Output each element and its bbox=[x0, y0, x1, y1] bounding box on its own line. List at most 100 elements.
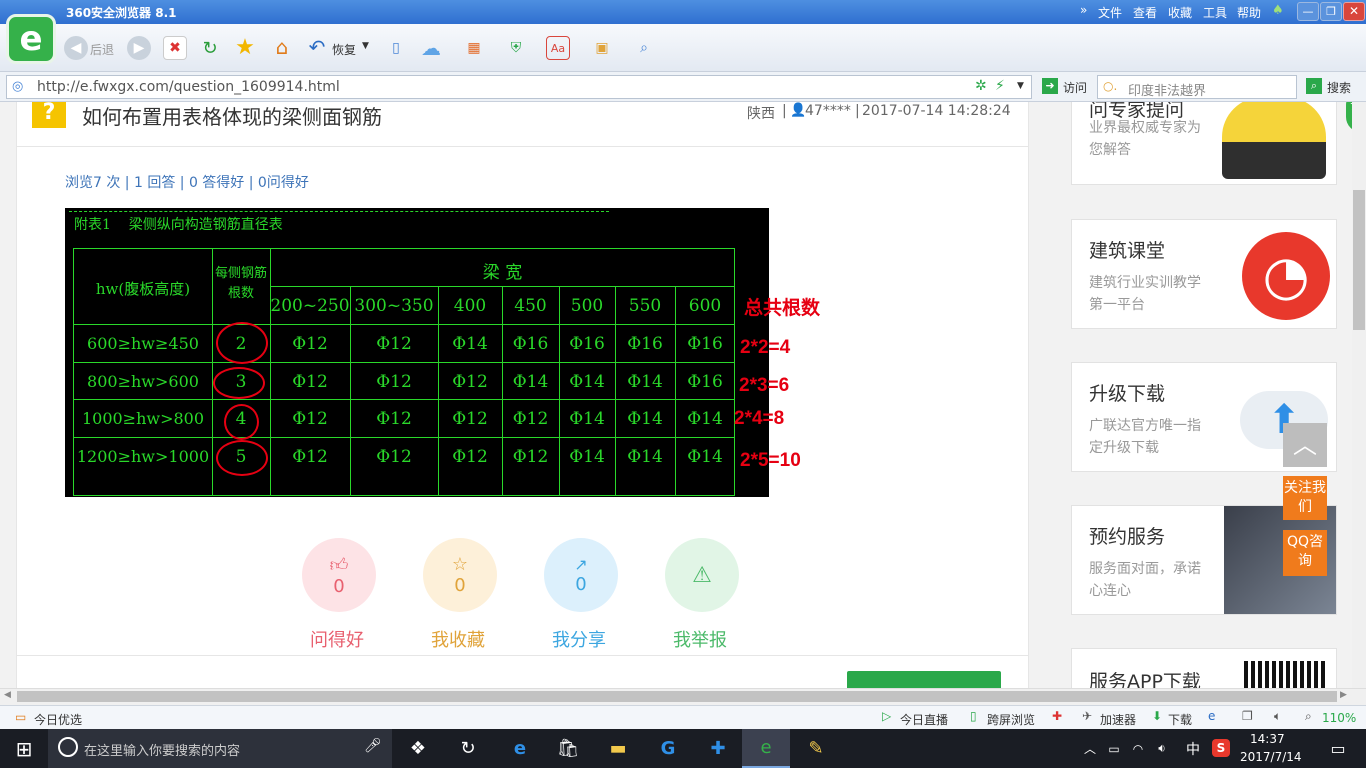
sidebar-card-expert[interactable]: 问专家提问 业界最权威专家为您解答 bbox=[1071, 102, 1337, 185]
url-text[interactable]: http://e.fwxgx.com/question_1609914.html bbox=[37, 79, 340, 95]
card-desc-upgrade: 广联达官方唯一指定升级下载 bbox=[1089, 418, 1201, 456]
shield-icon[interactable]: ⛨ bbox=[504, 36, 528, 60]
search-input[interactable]: ○. 印度非法越界 bbox=[1097, 75, 1297, 99]
share-button[interactable]: ↗ 0 bbox=[544, 538, 618, 612]
restore-dropdown-icon[interactable]: ▼ bbox=[362, 41, 369, 51]
speaker-icon[interactable]: 🔉︎ bbox=[1150, 729, 1174, 768]
browser-logo[interactable]: e bbox=[6, 14, 56, 64]
live-icon[interactable]: ▷ bbox=[882, 709, 891, 723]
horizontal-scrollbar[interactable]: ◀ ▶ bbox=[0, 688, 1366, 705]
speed-icon[interactable]: ✲ bbox=[975, 78, 987, 94]
vertical-scrollbar[interactable] bbox=[1352, 102, 1366, 688]
report-button[interactable]: ⚠ bbox=[665, 538, 739, 612]
status-download[interactable]: 下载 bbox=[1168, 711, 1192, 728]
lightning-icon[interactable]: ⚡ bbox=[995, 78, 1005, 94]
question-stats[interactable]: 浏览7 次 | 1 回答 | 0 答得好 | 0问得好 bbox=[65, 172, 309, 192]
favorite-label[interactable]: 我收藏 bbox=[413, 626, 503, 652]
back-to-top-button[interactable]: ︿ bbox=[1283, 423, 1327, 467]
volume-icon[interactable]: 🔈︎ bbox=[1274, 709, 1281, 724]
restore-button[interactable]: ❐ bbox=[1320, 2, 1342, 21]
cloud-icon[interactable]: ☁ bbox=[416, 36, 446, 60]
screenshot-icon[interactable]: ▣ bbox=[590, 36, 614, 60]
browser-360-icon[interactable]: e bbox=[742, 729, 790, 768]
favorite-button[interactable]: ☆ 0 bbox=[423, 538, 497, 612]
visit-button[interactable]: 访问 bbox=[1063, 79, 1087, 96]
search-icon[interactable]: ⌕ bbox=[1306, 78, 1322, 94]
report-label[interactable]: 我举报 bbox=[655, 626, 745, 652]
restore-label[interactable]: 恢复 bbox=[332, 41, 356, 58]
back-button[interactable]: ◀ bbox=[64, 36, 88, 60]
hscroll-thumb[interactable] bbox=[17, 691, 1337, 702]
sidebar-card-course[interactable]: 建筑课堂 建筑行业实训教学第一平台 ◔ bbox=[1071, 219, 1337, 329]
download-icon[interactable]: ⬇ bbox=[1152, 709, 1162, 723]
expert-mascot-icon bbox=[1222, 102, 1326, 179]
status-cross-screen[interactable]: 跨屏浏览 bbox=[987, 711, 1035, 728]
sidebar-card-app[interactable]: 服务APP下载 bbox=[1071, 648, 1337, 688]
search-engine-icon[interactable]: ○. bbox=[1103, 79, 1117, 93]
phone-icon[interactable]: ▯ bbox=[384, 36, 408, 60]
menu-view[interactable]: 查看 bbox=[1133, 4, 1157, 21]
home-icon[interactable]: ⌂ bbox=[270, 35, 294, 59]
visit-icon[interactable]: ➜ bbox=[1042, 78, 1058, 94]
share-label[interactable]: 我分享 bbox=[534, 626, 624, 652]
clock-date[interactable]: 2017/7/14 bbox=[1240, 750, 1302, 764]
plus-icon[interactable]: ✚ bbox=[1052, 709, 1062, 723]
app-icon-swirl[interactable]: ↻ bbox=[448, 729, 488, 768]
star-icon[interactable]: ★ bbox=[233, 35, 257, 60]
forward-button[interactable]: ▶ bbox=[127, 36, 151, 60]
app-icon-g[interactable]: G bbox=[648, 729, 688, 768]
notification-icon[interactable]: ▭ bbox=[1318, 729, 1358, 768]
zoom-icon[interactable]: ⌕ bbox=[632, 36, 656, 60]
url-field[interactable]: ◎ http://e.fwxgx.com/question_1609914.ht… bbox=[6, 75, 1032, 99]
minimize-button[interactable]: — bbox=[1297, 2, 1319, 21]
cross-screen-icon[interactable]: ▯ bbox=[970, 709, 977, 723]
scroll-left-icon[interactable]: ◀ bbox=[4, 690, 11, 700]
store-icon[interactable]: 🛍︎ bbox=[548, 729, 588, 768]
like-label[interactable]: 问得好 bbox=[292, 626, 382, 652]
translate-icon[interactable]: Aa bbox=[546, 36, 570, 60]
notes-icon[interactable]: ✎ bbox=[796, 729, 836, 768]
wifi-icon[interactable]: ◠ bbox=[1126, 729, 1150, 768]
ime-indicator[interactable]: 中 bbox=[1186, 739, 1200, 759]
refresh-icon[interactable]: ↻ bbox=[198, 36, 222, 60]
undo-icon[interactable]: ↶ bbox=[305, 35, 329, 59]
ie-icon[interactable]: e bbox=[1208, 709, 1215, 723]
qq-consult-button[interactable]: QQ咨询 bbox=[1283, 530, 1327, 576]
back-label[interactable]: 后退 bbox=[90, 41, 114, 58]
menu-chevron-icon[interactable]: » bbox=[1080, 3, 1087, 17]
taskbar-search[interactable]: 在这里输入你要搜索的内容 🎤︎ bbox=[48, 729, 392, 768]
stop-icon[interactable]: ✖ bbox=[163, 36, 187, 60]
zoom-level[interactable]: 110% bbox=[1322, 711, 1356, 725]
answer-button[interactable] bbox=[847, 671, 1001, 688]
clock-time[interactable]: 14:37 bbox=[1250, 732, 1285, 746]
taskview-icon[interactable]: ❖ bbox=[398, 729, 438, 768]
app-icon-plus[interactable]: ✚ bbox=[698, 729, 738, 768]
daily-pick[interactable]: 今日优选 bbox=[34, 711, 82, 728]
tray-device-icon[interactable]: ▭ bbox=[1102, 729, 1126, 768]
menu-tools[interactable]: 工具 bbox=[1203, 4, 1227, 21]
daily-pick-icon[interactable]: ▭ bbox=[15, 710, 26, 724]
window-mode-icon[interactable]: ❐ bbox=[1242, 709, 1253, 723]
menu-file[interactable]: 文件 bbox=[1098, 4, 1122, 21]
edge-icon[interactable]: e bbox=[500, 729, 540, 768]
windows-start-icon[interactable]: ⊞ bbox=[4, 729, 44, 768]
scroll-right-icon[interactable]: ▶ bbox=[1340, 690, 1347, 700]
tray-up-icon[interactable]: ︿ bbox=[1078, 729, 1102, 768]
file-explorer-icon[interactable]: ▬ bbox=[598, 729, 638, 768]
menu-help[interactable]: 帮助 bbox=[1237, 4, 1261, 21]
sogou-icon[interactable]: S bbox=[1212, 739, 1230, 757]
zoom-icon-status[interactable]: ⌕ bbox=[1305, 709, 1312, 724]
like-button[interactable]: 👍︎ 0 bbox=[302, 538, 376, 612]
close-button[interactable]: ✕ bbox=[1343, 2, 1365, 21]
status-live[interactable]: 今日直播 bbox=[900, 711, 948, 728]
follow-us-button[interactable]: 关注我们 bbox=[1283, 476, 1327, 520]
search-button[interactable]: 搜索 bbox=[1327, 79, 1351, 96]
status-accelerator[interactable]: 加速器 bbox=[1100, 711, 1136, 728]
url-dropdown-icon[interactable]: ▼ bbox=[1017, 81, 1024, 91]
menu-favorites[interactable]: 收藏 bbox=[1168, 4, 1192, 21]
accelerator-icon[interactable]: ✈ bbox=[1082, 709, 1092, 723]
mic-icon[interactable]: 🎤︎ bbox=[364, 738, 382, 754]
apps-icon[interactable]: ▦ bbox=[462, 36, 486, 60]
skin-icon[interactable]: ♠ bbox=[1272, 3, 1284, 18]
scroll-thumb[interactable] bbox=[1353, 190, 1365, 330]
